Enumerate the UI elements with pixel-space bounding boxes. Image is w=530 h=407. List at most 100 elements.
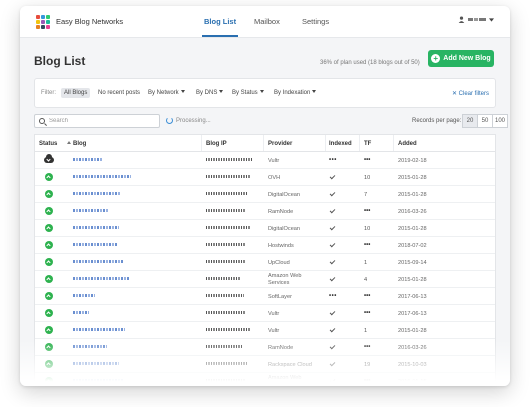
- check-icon: [329, 207, 336, 214]
- trust-flow: •••: [364, 310, 371, 316]
- trust-flow: 7: [364, 192, 368, 198]
- blog-ip: [206, 158, 252, 161]
- table-row[interactable]: Vultr ••• ••• 2019-02-18: [35, 152, 495, 169]
- added-date: 2019-02-18: [398, 158, 427, 164]
- top-navbar: Easy Blog Networks Blog List Mailbox Set…: [20, 6, 510, 38]
- table-row[interactable]: DigitalOcean 7 2015-01-28: [35, 186, 495, 203]
- provider: Hostwinds: [268, 243, 294, 249]
- blog-link[interactable]: [73, 175, 131, 178]
- blog-ip: [206, 260, 246, 263]
- added-date: 2015-01-28: [398, 175, 427, 181]
- trust-flow: 10: [364, 175, 371, 181]
- blog-link[interactable]: [73, 260, 123, 263]
- col-status[interactable]: Status: [39, 141, 57, 147]
- blog-link[interactable]: [73, 379, 123, 382]
- clear-filters-link[interactable]: ✕ Clear filters: [452, 90, 489, 97]
- blog-link[interactable]: [73, 192, 121, 195]
- check-icon: [329, 326, 336, 333]
- tab-mailbox[interactable]: Mailbox: [254, 17, 280, 26]
- table-row[interactable]: DigitalOcean 10 2015-01-28: [35, 220, 495, 237]
- tab-settings[interactable]: Settings: [302, 17, 329, 26]
- provider: Vultr: [268, 311, 280, 317]
- blog-link[interactable]: [73, 362, 119, 365]
- blog-link[interactable]: [73, 277, 129, 280]
- table-row[interactable]: Amazon Web Services 4 2015-01-28: [35, 271, 495, 288]
- trust-flow: 10: [364, 226, 371, 232]
- added-date: 2015-01-15: [398, 379, 427, 385]
- provider: OVH: [268, 175, 281, 181]
- blog-link[interactable]: [73, 158, 103, 161]
- chevron-down-icon: [180, 90, 185, 93]
- blog-ip: [206, 209, 246, 212]
- check-icon: [329, 343, 336, 350]
- blog-link[interactable]: [73, 294, 95, 297]
- plan-usage: 36% of plan used (18 blogs out of 50): [320, 60, 420, 66]
- trust-flow: •••: [364, 344, 371, 350]
- blog-link[interactable]: [73, 311, 89, 314]
- per-page-50[interactable]: 50: [477, 114, 493, 128]
- per-page-100[interactable]: 100: [492, 114, 508, 128]
- col-tf[interactable]: TF: [364, 141, 371, 147]
- col-indexed[interactable]: Indexed: [329, 141, 352, 147]
- page-title: Blog List: [34, 54, 86, 68]
- added-date: 2016-03-26: [398, 345, 427, 351]
- tab-blog-list[interactable]: Blog List: [201, 17, 239, 37]
- col-provider[interactable]: Provider: [268, 141, 292, 147]
- col-added[interactable]: Added: [398, 141, 417, 147]
- provider: Rackspace Cloud: [268, 362, 312, 368]
- filter-by-network[interactable]: By Network: [145, 88, 188, 98]
- provider: RamNode: [268, 345, 294, 351]
- table-row[interactable]: Vultr 1 2015-01-28: [35, 322, 495, 339]
- provider: DigitalOcean: [268, 192, 301, 198]
- table-row[interactable]: OVH 10 2015-01-28: [35, 169, 495, 186]
- brand-name[interactable]: Easy Blog Networks: [56, 17, 123, 26]
- status-up-icon: [45, 224, 53, 232]
- col-blog[interactable]: Blog: [73, 141, 86, 147]
- check-icon: [329, 241, 336, 248]
- user-icon: [458, 16, 465, 23]
- filter-all-blogs[interactable]: All Blogs: [61, 88, 91, 98]
- ebn-logo-icon: [36, 15, 50, 29]
- user-menu[interactable]: [458, 16, 494, 23]
- per-page-20[interactable]: 20: [462, 114, 478, 128]
- sort-asc-icon[interactable]: [67, 141, 71, 144]
- trust-flow: •••: [364, 242, 371, 248]
- check-icon: [329, 173, 336, 180]
- table-row[interactable]: Amazon Web Services ••• 2015-01-15: [35, 373, 495, 386]
- added-date: 2015-01-28: [398, 192, 427, 198]
- filter-by-dns[interactable]: By DNS: [193, 88, 226, 98]
- blog-ip: [206, 277, 240, 280]
- check-icon: [329, 360, 336, 367]
- check-icon: [329, 275, 336, 282]
- provider: Vultr: [268, 158, 280, 164]
- table-row[interactable]: UpCloud 1 2015-09-14: [35, 254, 495, 271]
- filter-by-status[interactable]: By Status: [229, 88, 267, 98]
- search-box[interactable]: [34, 114, 160, 128]
- search-icon: [39, 118, 45, 124]
- table-row[interactable]: Rackspace Cloud 19 2015-10-03: [35, 356, 495, 373]
- table-row[interactable]: Vultr ••• 2017-06-13: [35, 305, 495, 322]
- blog-link[interactable]: [73, 328, 125, 331]
- chevron-down-icon: [219, 90, 224, 93]
- check-icon: [329, 258, 336, 265]
- blog-ip: [206, 362, 248, 365]
- filter-by-indexation[interactable]: By Indexation: [271, 88, 319, 98]
- blog-link[interactable]: [73, 345, 107, 348]
- table-row[interactable]: SoftLayer ••• ••• 2017-06-13: [35, 288, 495, 305]
- blog-link[interactable]: [73, 243, 117, 246]
- blog-link[interactable]: [73, 209, 109, 212]
- blog-ip: [206, 294, 244, 297]
- table-body: Vultr ••• ••• 2019-02-18 OVH 10 2015-01-28 Digi…: [35, 152, 495, 386]
- app-window: Easy Blog Networks Blog List Mailbox Set…: [20, 6, 510, 386]
- filter-no-recent-posts[interactable]: No recent posts: [95, 88, 143, 98]
- added-date: 2015-10-03: [398, 362, 427, 368]
- table-row[interactable]: RamNode ••• 2016-03-26: [35, 339, 495, 356]
- search-input[interactable]: [49, 116, 149, 126]
- table-row[interactable]: RamNode ••• 2016-03-26: [35, 203, 495, 220]
- trust-flow: •••: [364, 378, 371, 384]
- blog-link[interactable]: [73, 226, 119, 229]
- table-row[interactable]: Hostwinds ••• 2018-07-02: [35, 237, 495, 254]
- added-date: 2015-01-28: [398, 226, 427, 232]
- add-new-blog-button[interactable]: + Add New Blog: [428, 50, 494, 67]
- col-blog-ip[interactable]: Blog IP: [206, 141, 227, 147]
